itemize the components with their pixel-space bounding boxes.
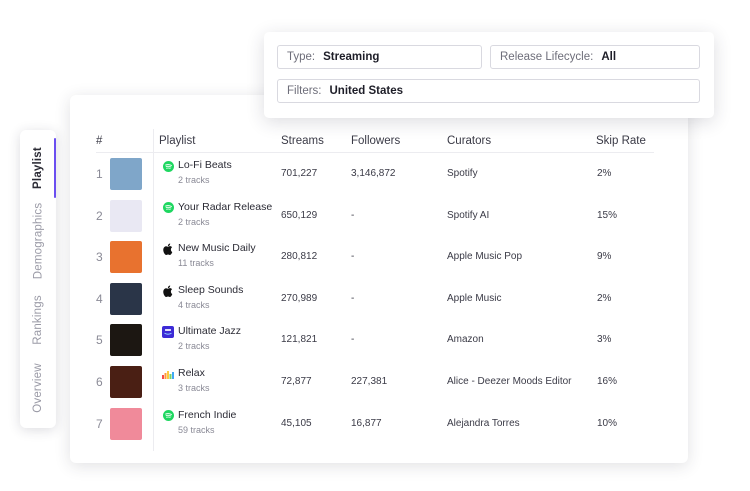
- spotify-icon: [162, 160, 174, 172]
- amazon-music-icon: [162, 326, 174, 339]
- streams-value: 121,821: [281, 334, 318, 346]
- tab-playlist-label: Playlist: [32, 147, 44, 189]
- table-row[interactable]: 7 French Indie 59 tracks 45,105 16,877 Alejan…: [70, 403, 688, 445]
- tab-demographics[interactable]: Demographics: [20, 200, 56, 282]
- type-label: Type:: [287, 51, 316, 63]
- playlist-cover: [110, 366, 142, 398]
- playlist-track-count: 2 tracks: [178, 341, 210, 352]
- followers-value: -: [351, 209, 355, 221]
- playlist-name[interactable]: French Indie: [178, 409, 236, 421]
- curator-value: Apple Music Pop: [447, 251, 523, 263]
- playlist-cover: [110, 282, 142, 315]
- playlist-name[interactable]: Sleep Sounds: [178, 284, 243, 296]
- playlist-cover: [110, 407, 142, 440]
- row-rank: 4: [96, 291, 103, 306]
- type-value: Streaming: [323, 51, 380, 63]
- table-row[interactable]: 6 Relax 3 tracks 72,877 227,381 Alice - Deeze…: [70, 361, 688, 403]
- header-streams[interactable]: Streams: [281, 135, 324, 147]
- curator-value: Spotify AI: [447, 209, 490, 221]
- streams-value: 280,812: [281, 251, 318, 263]
- release-lifecycle-label: Release Lifecycle:: [500, 51, 594, 63]
- apple-icon: [162, 285, 174, 297]
- playlist-track-count: 2 tracks: [178, 175, 210, 185]
- playlist-track-count: 11 tracks: [178, 258, 214, 269]
- header-rank: #: [96, 135, 103, 147]
- skip-rate-value: 15%: [597, 209, 618, 221]
- deezer-icon: [162, 368, 174, 380]
- playlist-name[interactable]: New Music Daily: [178, 242, 256, 254]
- skip-rate-value: 2%: [597, 292, 612, 304]
- streams-value: 270,989: [281, 292, 318, 304]
- tab-rankings[interactable]: Rankings: [20, 288, 56, 352]
- curator-value: Amazon: [447, 334, 484, 346]
- table-row[interactable]: 4 Sleep Sounds 4 tracks 270,989 - Apple Music…: [70, 278, 688, 320]
- followers-value: -: [351, 251, 355, 263]
- skip-rate-value: 10%: [597, 417, 618, 429]
- type-select[interactable]: Type: Streaming: [277, 45, 482, 69]
- playlist-cover: [110, 241, 142, 274]
- playlist-track-count: 59 tracks: [178, 424, 215, 435]
- filters-label: Filters:: [287, 85, 322, 97]
- side-tab-bar: Playlist Demographics Rankings Overview: [20, 130, 56, 428]
- filters-value: United States: [329, 85, 404, 97]
- streams-value: 45,105: [281, 417, 312, 429]
- header-curators[interactable]: Curators: [447, 135, 491, 147]
- playlist-cover: [110, 199, 142, 232]
- spotify-icon: [162, 202, 174, 214]
- filter-panel: Type: Streaming Release Lifecycle: All F…: [264, 32, 714, 118]
- row-rank: 5: [96, 333, 103, 348]
- table-row[interactable]: 3 New Music Daily 11 tracks 280,812 - Apple M…: [70, 236, 688, 278]
- streams-value: 701,227: [281, 168, 318, 179]
- playlist-name[interactable]: Your Radar Release: [178, 201, 272, 213]
- streams-value: 650,129: [281, 209, 318, 221]
- tab-overview-label: Overview: [32, 363, 44, 413]
- followers-value: -: [351, 334, 355, 346]
- table-row[interactable]: 2 Your Radar Release 2 tracks 650,129 - Spoti…: [70, 195, 688, 237]
- spotify-icon: [162, 410, 174, 422]
- playlist-track-count: 4 tracks: [178, 299, 210, 310]
- release-lifecycle-select[interactable]: Release Lifecycle: All: [490, 45, 700, 69]
- header-skip-rate[interactable]: Skip Rate: [596, 135, 646, 147]
- playlist-name[interactable]: Lo-Fi Beats: [178, 159, 232, 171]
- row-rank: 7: [96, 416, 103, 431]
- playlist-track-count: 3 tracks: [178, 383, 210, 393]
- followers-value: 16,877: [351, 417, 382, 429]
- release-lifecycle-value: All: [601, 51, 617, 63]
- playlist-track-count: 2 tracks: [178, 216, 210, 227]
- table-header: # Playlist Streams Followers Curators Sk…: [96, 131, 654, 153]
- row-rank: 6: [96, 375, 103, 389]
- curator-value: Alejandra Torres: [447, 417, 520, 429]
- curator-value: Alice - Deezer Moods Editor: [447, 376, 572, 387]
- playlist-cover: [110, 158, 142, 190]
- playlist-table-card: # Playlist Streams Followers Curators Sk…: [70, 95, 688, 463]
- playlist-name[interactable]: Ultimate Jazz: [178, 325, 241, 337]
- header-playlist[interactable]: Playlist: [159, 135, 195, 147]
- skip-rate-value: 3%: [597, 334, 612, 346]
- tab-playlist[interactable]: Playlist: [20, 138, 56, 198]
- playlist-name[interactable]: Relax: [178, 367, 205, 379]
- followers-value: 227,381: [351, 376, 388, 387]
- row-rank: 1: [96, 167, 103, 181]
- header-followers[interactable]: Followers: [351, 135, 400, 147]
- row-rank: 2: [96, 208, 103, 223]
- tab-demographics-label: Demographics: [32, 202, 45, 280]
- tab-overview[interactable]: Overview: [20, 356, 56, 420]
- skip-rate-value: 16%: [597, 376, 618, 387]
- skip-rate-value: 9%: [597, 251, 612, 263]
- filters-input[interactable]: Filters: United States: [277, 79, 700, 103]
- table-row[interactable]: 1 Lo-Fi Beats 2 tracks 701,227 3,146,872 Spot…: [70, 153, 688, 195]
- curator-value: Apple Music: [447, 292, 502, 304]
- apple-icon: [162, 243, 174, 256]
- followers-value: -: [351, 292, 355, 304]
- playlist-cover: [110, 324, 142, 357]
- skip-rate-value: 2%: [597, 168, 612, 179]
- streams-value: 72,877: [281, 376, 312, 387]
- table-row[interactable]: 5 Ultimate Jazz 2 tracks 121,821 - Amazon 3%: [70, 319, 688, 361]
- row-rank: 3: [96, 250, 103, 265]
- curator-value: Spotify: [447, 168, 478, 179]
- tab-rankings-label: Rankings: [32, 295, 45, 345]
- followers-value: 3,146,872: [351, 168, 396, 179]
